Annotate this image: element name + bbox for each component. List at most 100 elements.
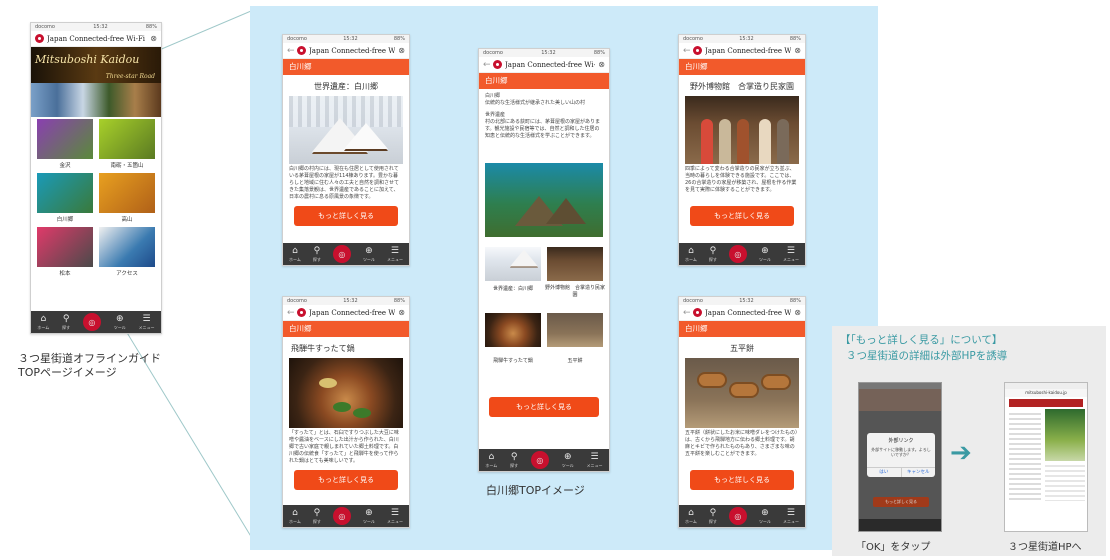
home-icon: ⌂ (688, 246, 694, 256)
status-bar: docomo 15:32 88% (31, 23, 161, 31)
note-subtitle: ３つ星街道の詳細は外部HPを誘導 (846, 350, 1008, 362)
close-icon[interactable]: ⊗ (791, 308, 801, 317)
tile-label: 白川郷 (56, 217, 74, 223)
menu-icon: ☰ (390, 246, 399, 256)
search-icon: ⚲ (709, 246, 717, 256)
menu-icon: ☰ (390, 508, 399, 518)
close-icon[interactable]: ⊗ (791, 46, 801, 55)
compass-icon: ◎ (734, 249, 742, 259)
search-icon: ⚲ (313, 508, 321, 518)
home-icon: ⌂ (292, 508, 298, 518)
note-box: 【「もっと詳しく見る」について】 ３つ星街道の詳細は外部HPを誘導 外部リンク … (832, 326, 1106, 556)
back-icon[interactable]: ← (287, 308, 297, 318)
tab-tools[interactable]: ⊕ ツール (114, 314, 126, 330)
tab-center[interactable]: ◎ (82, 313, 101, 331)
more-button[interactable]: もっと詳しく見る (690, 470, 794, 490)
plus-icon: ⊕ (365, 246, 373, 256)
shirakawa-top-caption: 白川郷TOPイメージ (486, 484, 585, 497)
breadcrumb: 白川郷 (283, 321, 409, 337)
close-icon[interactable]: ⊗ (395, 308, 405, 317)
arrow-right-icon: ➔ (950, 438, 972, 468)
wifi-logo-icon (693, 46, 702, 55)
tab-home[interactable]: ⌂ ホーム (37, 314, 49, 330)
tab-bar: ⌂ ホーム ⚲ 探す ◎ ⊕ ツール ☰ メニュー (283, 505, 409, 527)
phone-world-heritage: docomo15:3288% ←Japan Connected-free Wi-… (282, 34, 410, 266)
menu-icon: ☰ (786, 508, 795, 518)
tab-search[interactable]: ⚲ 探す (62, 314, 70, 330)
plus-icon: ⊕ (563, 452, 572, 462)
website-phone: mitsuboshi-kaidou.jp (1004, 382, 1088, 532)
page-title: 五平餅 (730, 344, 754, 353)
more-button[interactable]: もっと詳しく見る (294, 206, 398, 226)
website-hero-image (1045, 409, 1085, 461)
thumb-nabe[interactable] (485, 313, 541, 347)
search-icon: ⚲ (62, 314, 70, 324)
thumb-label[interactable]: 五平餅 (545, 357, 605, 364)
tab-menu[interactable]: ☰ メニュー (139, 314, 155, 330)
dialog-cancel-button[interactable]: キャンセル (902, 468, 936, 477)
phone-nabe: docomo15:3288% ←Japan Connected-free Wi-… (282, 296, 410, 528)
breadcrumb: 白川郷 (283, 59, 409, 75)
tab-bar: ⌂ ホーム ⚲ 探す ◎ ⊕ ツール ☰ メニュー (283, 243, 409, 265)
dimmed-more-button: もっと詳しく見る (873, 497, 929, 507)
wifi-logo-icon (693, 308, 702, 317)
back-icon[interactable]: ← (287, 46, 297, 56)
back-icon[interactable]: ← (683, 308, 693, 318)
tile-shirakawago[interactable] (37, 173, 93, 213)
close-icon[interactable]: ⊗ (595, 60, 605, 69)
tile-matsumoto[interactable] (37, 227, 93, 267)
note-title: 【「もっと詳しく見る」について】 (840, 334, 1003, 346)
thumb-museum[interactable] (547, 247, 603, 281)
compass-icon: ◎ (536, 455, 544, 465)
wifi-logo-icon (493, 60, 502, 69)
back-icon[interactable]: ← (483, 60, 493, 70)
home-icon: ⌂ (40, 314, 47, 324)
guide-top-phone: docomo 15:32 88% Japan Connected-free Wi… (30, 22, 162, 334)
tile-nanto-gokayama[interactable] (99, 119, 155, 159)
search-icon: ⚲ (709, 508, 717, 518)
plus-icon: ⊕ (761, 508, 769, 518)
phone-gohei: docomo15:3288% ←Japan Connected-free Wi-… (678, 296, 806, 528)
tile-label: 高山 (121, 217, 133, 223)
more-button[interactable]: もっと詳しく見る (690, 206, 794, 226)
wifi-logo-icon (35, 34, 44, 43)
museum-photo (685, 96, 799, 164)
home-icon: ⌂ (488, 452, 495, 462)
page-text: 白川郷の村内には、現在も住居として使用されている茅葺屋根の家屋が114棟あります… (289, 166, 400, 200)
back-icon[interactable]: ← (683, 46, 693, 56)
menu-icon: ☰ (786, 246, 795, 256)
app-title: Japan Connected-free Wi-Fi (47, 34, 146, 43)
tab-bar: ⌂ ホーム ⚲ 探す ◎ ⊕ ツール ☰ メニュー (31, 311, 161, 333)
page-title: 野外博物館 合掌造り民家園 (690, 82, 794, 91)
thumb-grid: 世界遺産：白川郷 野外博物館 合掌造り民家園 飛騨牛すったて鍋 五平餅 (479, 247, 609, 397)
close-icon[interactable]: ⊗ (395, 46, 405, 55)
thumb-label[interactable]: 飛騨牛すったて鍋 (483, 357, 543, 364)
close-icon[interactable]: ⊗ (147, 34, 157, 43)
tab-bar: ⌂ ホーム ⚲ 探す ◎ ⊕ ツール ☰ メニュー (679, 243, 805, 265)
page-text: 四季によって変わる合掌造りの民家が立ち並ぶ、当時の暮らしを体験できる施設です。こ… (685, 166, 797, 193)
tile-access[interactable] (99, 227, 155, 267)
shirakawa-hero-photo (485, 163, 603, 237)
thumb-label[interactable]: 野外博物館 合掌造り民家園 (545, 285, 605, 299)
thumb-gohei[interactable] (547, 313, 603, 347)
search-icon: ⚲ (313, 246, 321, 256)
app-bar: Japan Connected-free Wi-Fi ⊗ (31, 31, 161, 47)
thumb-world-heritage[interactable] (485, 247, 541, 281)
home-icon: ⌂ (688, 508, 694, 518)
url-bar: mitsuboshi-kaidou.jp (1005, 389, 1087, 397)
tile-label: アクセス (116, 271, 138, 277)
more-button[interactable]: もっと詳しく見る (294, 470, 398, 490)
more-button[interactable]: もっと詳しく見る (489, 397, 599, 417)
caption-tap-ok: 「OK」をタップ (856, 542, 931, 553)
breadcrumb: 白川郷 (679, 59, 805, 75)
menu-icon: ☰ (142, 314, 151, 324)
tile-takayama[interactable] (99, 173, 155, 213)
snow-village-photo (289, 96, 403, 164)
banner-title: Mitsuboshi Kaidou (35, 53, 140, 66)
guide-caption: ３つ星街道オフラインガイド TOPページイメージ (18, 352, 161, 379)
plus-icon: ⊕ (365, 508, 373, 518)
tile-kanazawa[interactable] (37, 119, 93, 159)
intro: 白川郷 伝統的な生活様式が継承された美しい山の村 世界遺産 村の北部にある荻町に… (485, 93, 601, 139)
thumb-label[interactable]: 世界遺産：白川郷 (483, 285, 543, 292)
dialog-ok-button[interactable]: はい (867, 468, 902, 477)
